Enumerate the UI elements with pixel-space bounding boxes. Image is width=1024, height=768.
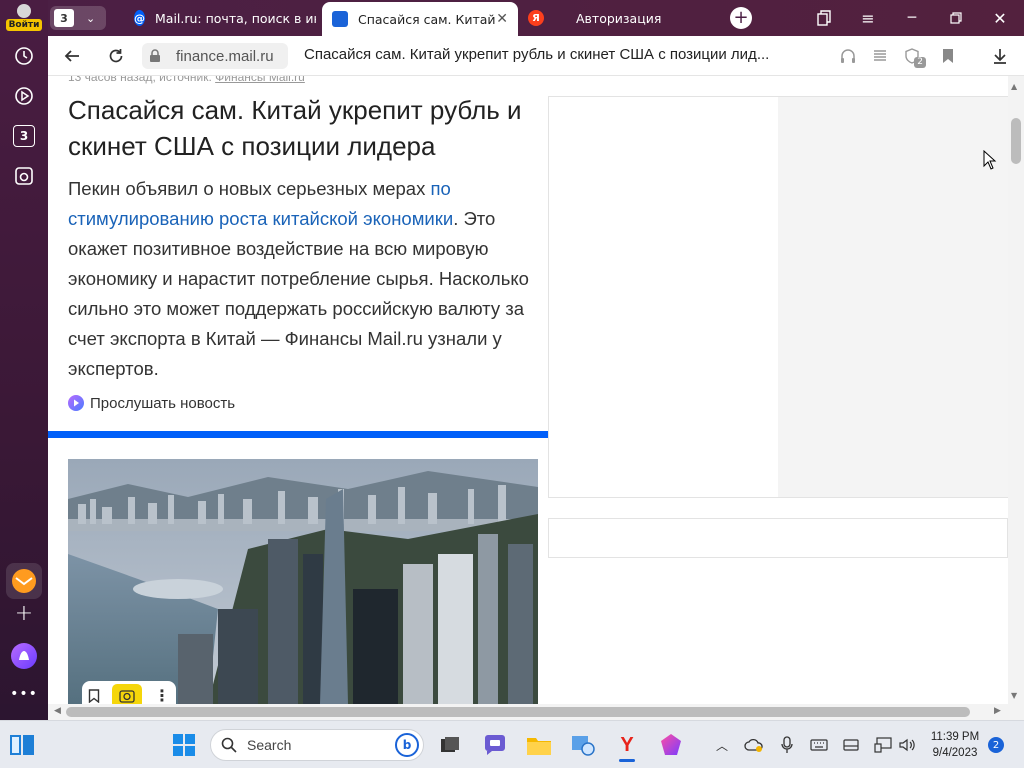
avatar-icon	[17, 3, 31, 18]
mouse-cursor-icon	[983, 149, 997, 170]
ad-block-bottom	[548, 518, 1008, 558]
yandex-browser-taskbar-icon[interactable]: Y	[612, 729, 642, 762]
article-photo	[68, 459, 538, 704]
teams-chat-icon[interactable]	[480, 729, 510, 761]
tabs-count-icon[interactable]: 3	[13, 125, 35, 147]
ad-block-top	[548, 96, 1008, 498]
clock-date: 9/4/2023	[932, 747, 978, 759]
microphone-icon[interactable]	[776, 729, 798, 761]
horizontal-scrollbar[interactable]: ◀ ▶	[48, 704, 1024, 720]
reader-mode-icon[interactable]	[868, 44, 892, 68]
listen-news-button[interactable]: Прослушать новость	[68, 392, 235, 414]
windows-taskbar: Search b Y ︿ 11:39 PM 9/4/2023 2	[0, 720, 1024, 768]
chevron-down-icon: ⌄	[86, 11, 96, 25]
mail-app-icon[interactable]	[6, 563, 42, 599]
profile-button[interactable]: Войти	[5, 2, 43, 32]
site-badge[interactable]: finance.mail.ru	[142, 43, 288, 69]
tray-chevron-up-icon[interactable]: ︿	[712, 729, 732, 761]
tab-group-button[interactable]: 3 ⌄	[50, 6, 106, 30]
tab-group-count: 3	[54, 9, 74, 27]
collections-icon[interactable]	[814, 8, 834, 28]
finance-favicon-icon	[332, 11, 348, 27]
restore-icon[interactable]	[946, 8, 966, 28]
file-explorer-icon[interactable]	[524, 729, 554, 761]
minimize-icon[interactable]: ─	[902, 8, 922, 28]
browser-sidebar: Войти 3 + •••	[0, 0, 48, 720]
play-audio-icon	[68, 395, 84, 411]
task-view-icon[interactable]	[436, 729, 464, 761]
protect-shield-icon[interactable]: 2	[900, 44, 926, 68]
tab-mail[interactable]: @ Mail.ru: почта, поиск в ин	[124, 4, 316, 32]
page-content: 13 часов назад, источник: Финансы Mail.r…	[48, 76, 1008, 704]
volume-icon[interactable]	[896, 729, 918, 761]
tab-label: Спасайся сам. Китай укр	[358, 11, 498, 27]
clock-time: 11:39 PM	[930, 731, 980, 743]
accent-divider	[48, 431, 548, 438]
shield-badge: 2	[914, 57, 926, 68]
login-badge: Войти	[5, 18, 43, 31]
scroll-down-icon[interactable]: ▼	[1011, 691, 1017, 700]
tablet-mode-icon[interactable]	[840, 729, 862, 761]
vertical-scrollbar[interactable]: ▲ ▼	[1008, 76, 1024, 704]
notification-badge[interactable]: 2	[988, 737, 1004, 753]
tab-label: Авторизация	[576, 10, 662, 26]
bing-icon: b	[395, 733, 419, 757]
taskbar-clock[interactable]: 11:39 PM 9/4/2023	[926, 729, 984, 761]
article-source-link[interactable]: Финансы Mail.ru	[215, 76, 305, 84]
sidebar-bottom	[0, 704, 48, 720]
image-search-icon[interactable]	[112, 684, 142, 704]
taskbar-search[interactable]: Search b	[210, 729, 424, 761]
mail-favicon-icon: @	[134, 10, 145, 26]
search-placeholder: Search	[247, 737, 292, 753]
scroll-up-icon[interactable]: ▲	[1011, 82, 1017, 91]
onedrive-icon[interactable]	[742, 729, 766, 761]
lead-text-2: . Это окажет позитивное воздействие на в…	[68, 208, 529, 379]
horizontal-scroll-thumb[interactable]	[66, 707, 970, 717]
save-image-icon[interactable]	[88, 689, 100, 703]
control-panel-icon[interactable]	[568, 729, 598, 761]
close-window-icon[interactable]: ✕	[990, 8, 1010, 28]
article-title: Спасайся сам. Китай укрепит рубль и скин…	[68, 95, 522, 161]
yandex-favicon-icon: Я	[528, 10, 544, 26]
tab-auth[interactable]: Я Авторизация	[522, 4, 702, 32]
history-icon[interactable]	[12, 44, 36, 68]
ad-block-shade	[778, 97, 1008, 497]
keyboard-icon[interactable]	[808, 729, 830, 761]
article-lead: Пекин объявил о новых серьезных мерах по…	[68, 174, 538, 384]
close-tab-icon[interactable]: ✕	[496, 11, 508, 27]
listen-news-label: Прослушать новость	[90, 394, 236, 412]
bookmark-icon[interactable]	[936, 44, 960, 68]
download-icon[interactable]	[988, 44, 1012, 68]
alice-assistant-icon[interactable]	[9, 641, 39, 671]
network-icon[interactable]	[872, 729, 894, 761]
article-meta: 13 часов назад, источник: Финансы Mail.r…	[68, 76, 305, 84]
screenshot-icon[interactable]	[12, 164, 36, 188]
search-icon	[221, 737, 237, 753]
tab-active-article[interactable]: Спасайся сам. Китай укр ✕	[322, 2, 518, 36]
lead-text-1: Пекин объявил о новых серьезных мерах	[68, 178, 431, 199]
back-icon[interactable]	[60, 44, 84, 68]
add-panel-icon[interactable]: +	[6, 600, 42, 626]
vertical-scroll-thumb[interactable]	[1011, 118, 1021, 164]
lock-icon	[148, 49, 162, 63]
tab-label: Mail.ru: почта, поиск в ин	[155, 10, 316, 26]
new-tab-icon[interactable]: +	[730, 7, 752, 29]
gem-app-icon[interactable]	[656, 729, 686, 761]
image-tools: ⋮	[82, 681, 176, 704]
scroll-left-icon[interactable]: ◀	[54, 706, 61, 716]
headphones-icon[interactable]	[836, 44, 860, 68]
widgets-icon[interactable]	[8, 729, 36, 761]
windows-start-icon[interactable]	[170, 729, 198, 761]
menu-icon[interactable]: ≡	[858, 8, 878, 28]
active-app-indicator	[619, 759, 635, 762]
video-icon[interactable]	[12, 84, 36, 108]
more-options-icon[interactable]: ⋮	[154, 688, 170, 704]
site-domain: finance.mail.ru	[176, 47, 274, 65]
reload-icon[interactable]	[104, 44, 128, 68]
scroll-right-icon[interactable]: ▶	[994, 706, 1001, 716]
address-bar-title[interactable]: Спасайся сам. Китай укрепит рубль и скин…	[304, 46, 804, 66]
more-icon[interactable]: •••	[10, 684, 38, 704]
article-timestamp: 13 часов назад, источник:	[68, 76, 216, 84]
